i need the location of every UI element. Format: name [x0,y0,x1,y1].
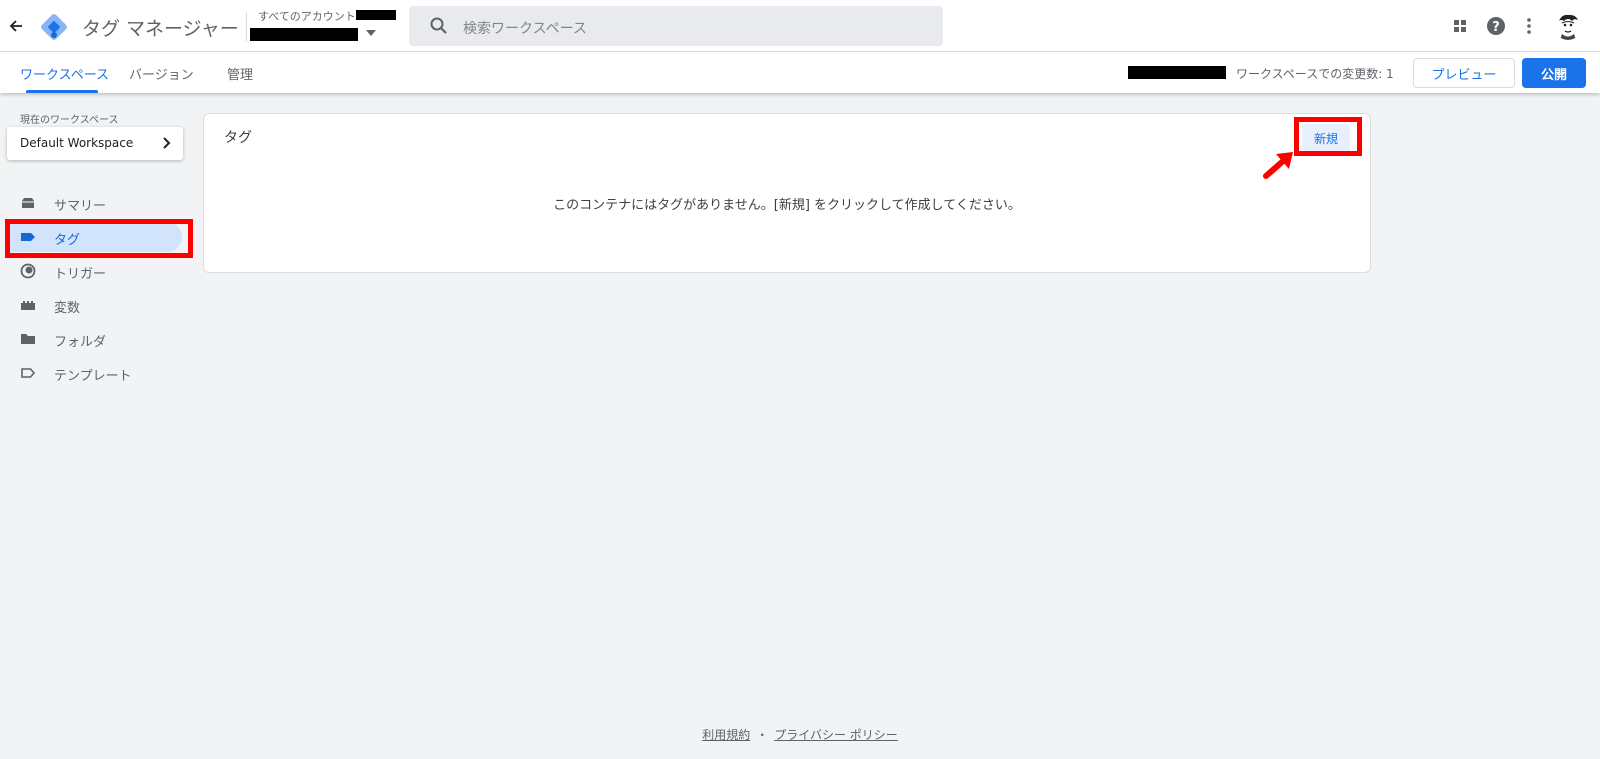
tags-card: タグ 新規 このコンテナにはタグがありません。[新規] をクリックして作成してく… [203,113,1371,273]
gtm-logo[interactable] [40,13,68,41]
tab-workspace[interactable]: ワークスペース [20,64,109,83]
tab-admin[interactable]: 管理 [227,64,253,83]
sidebar-item-variables[interactable]: 変数 [10,290,182,320]
annotation-highlight-tags [5,219,193,258]
sidebar-item-summary[interactable]: サマリー [10,188,182,218]
tab-versions[interactable]: バージョン [129,64,194,83]
template-icon [21,368,36,378]
redacted-account-name [356,10,396,20]
account-avatar[interactable] [1554,12,1582,40]
folder-icon [21,334,35,344]
help-icon[interactable]: ? [1484,14,1508,38]
container-selector[interactable]: すべてのアカウント > [250,6,404,48]
terms-link[interactable]: 利用規約 [702,728,750,742]
caret-down-icon [366,30,376,36]
empty-state-message: このコンテナにはタグがありません。[新規] をクリックして作成してください。 [553,198,1021,213]
sidebar-item-label: サマリー [54,199,107,214]
variables-icon [21,301,35,310]
search-placeholder: 検索ワークスペース [463,21,587,37]
more-vert-icon[interactable] [1517,14,1541,38]
sidebar-item-folders[interactable]: フォルダ [10,324,182,354]
sidebar-item-label: 変数 [54,301,81,316]
annotation-highlight-new [1294,117,1362,156]
chevron-right-icon [163,137,171,149]
top-app-bar: タグ マネージャー すべてのアカウント > 検索ワークスペース ? [0,0,1600,52]
workspace-name: Default Workspace [20,136,134,150]
svg-text:?: ? [1492,20,1500,35]
workspace-changes-count: ワークスペースでの変更数: 1 [1236,67,1394,81]
footer-separator: ・ [756,728,769,742]
active-tab-indicator [26,90,98,93]
workspace-toolbar: ワークスペース バージョン 管理 ワークスペースでの変更数: 1 プレビュー 公… [0,52,1600,93]
annotation-arrow-icon [1263,152,1293,179]
current-workspace-label: 現在のワークスペース [20,115,119,126]
back-arrow-icon[interactable] [4,14,28,38]
publish-button[interactable]: 公開 [1522,58,1586,88]
search-workspace-input[interactable]: 検索ワークスペース [409,6,943,46]
trigger-icon [20,263,36,279]
sidebar-item-label: トリガー [54,267,107,282]
redacted-container-id [1128,66,1226,79]
sidebar-item-label: テンプレート [54,369,132,384]
privacy-policy-link[interactable]: プライバシー ポリシー [774,728,898,742]
redacted-container-name [250,28,358,41]
title-divider [246,12,247,42]
footer: 利用規約・プライバシー ポリシー [0,726,1600,743]
sidebar-item-triggers[interactable]: トリガー [10,256,182,286]
sidebar-item-label: フォルダ [54,335,107,350]
card-title: タグ [224,130,252,146]
account-breadcrumb: すべてのアカウント > [258,10,369,23]
app-title: タグ マネージャー [82,18,239,40]
sidebar-item-templates[interactable]: テンプレート [10,358,182,388]
search-icon [430,17,447,34]
summary-icon [22,198,34,208]
apps-grid-icon[interactable] [1448,14,1472,38]
workspace-selector[interactable]: Default Workspace [7,127,183,160]
preview-button[interactable]: プレビュー [1413,58,1515,88]
